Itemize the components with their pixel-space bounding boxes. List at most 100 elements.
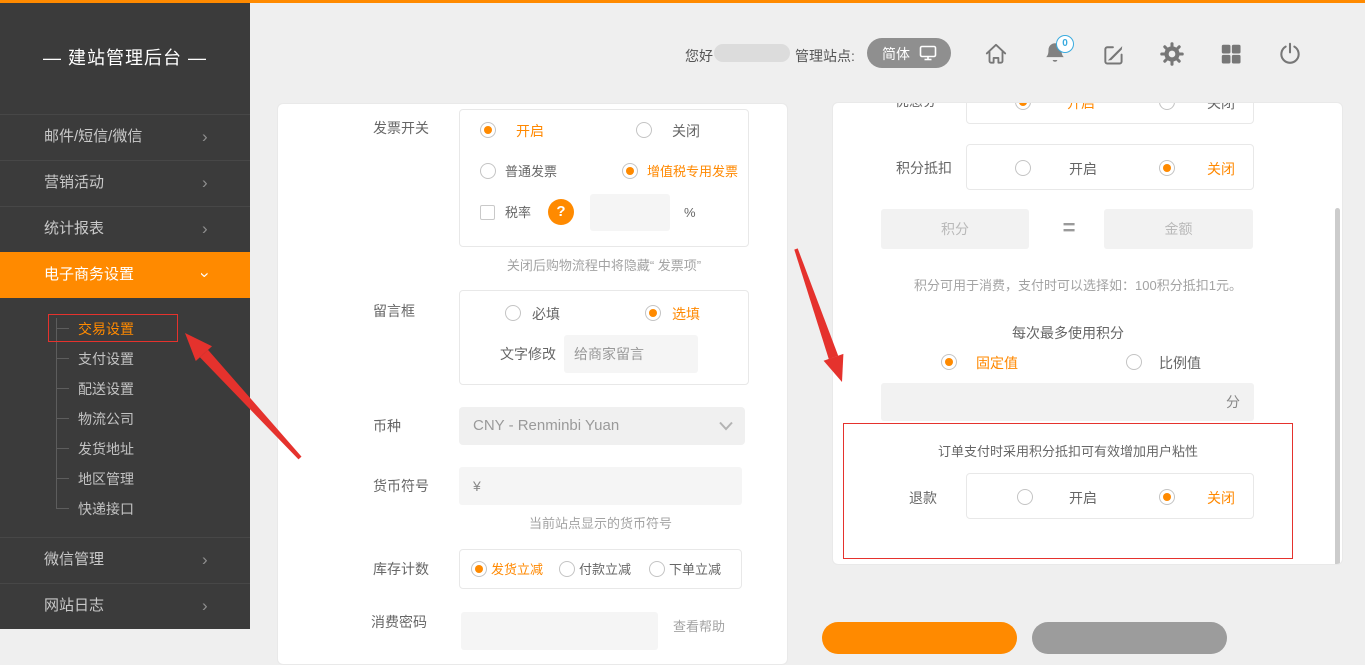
secondary-button[interactable] [1032, 622, 1227, 654]
coupon-off-label[interactable]: 关闭 [1207, 102, 1235, 111]
sidebar-item-marketing[interactable]: 营销活动 › [0, 160, 250, 206]
invoice-on-label[interactable]: 开启 [516, 123, 544, 139]
fixed-value-radio[interactable] [941, 354, 957, 370]
percent-suffix: % [684, 205, 696, 221]
invoice-note: 关闭后购物流程中将隐藏“ 发票项” [459, 255, 749, 274]
username-redacted [714, 44, 790, 62]
points-settings-right-panel: 优惠券 开启 关闭 积分抵扣 开启 关闭 积分 = 金额 积分可用于消费，支付时… [832, 102, 1343, 565]
stock-order-label[interactable]: 下单立减 [669, 562, 721, 578]
sidebar-item-ecommerce-settings[interactable]: 电子商务设置 › [0, 252, 250, 298]
app-title: — 建站管理后台 — [0, 44, 250, 70]
invoice-vat-label[interactable]: 增值税专用发票 [647, 164, 738, 180]
sidebar-item-label: 网站日志 [44, 584, 104, 628]
invoice-normal-label[interactable]: 普通发票 [505, 164, 557, 180]
refund-off-label[interactable]: 关闭 [1207, 490, 1235, 506]
message-required-label[interactable]: 必填 [532, 306, 560, 322]
refund-on-radio[interactable] [1017, 489, 1033, 505]
invoice-group: 开启 关闭 普通发票 增值税专用发票 税率 ? % [459, 109, 749, 247]
submenu-item-trade-settings[interactable]: 交易设置 [78, 320, 134, 338]
coupon-label: 优惠券 [895, 102, 937, 109]
stock-ship-label[interactable]: 发货立减 [491, 562, 543, 578]
message-required-radio[interactable] [505, 305, 521, 321]
message-optional-label[interactable]: 选填 [672, 306, 700, 322]
tax-rate-checkbox[interactable] [480, 205, 495, 220]
monitor-icon [919, 45, 937, 61]
deduct-on-label[interactable]: 开启 [1069, 161, 1097, 177]
deduct-off-radio[interactable] [1159, 160, 1175, 176]
message-optional-radio[interactable] [645, 305, 661, 321]
message-group: 必填 选填 文字修改 给商家留言 [459, 290, 749, 385]
points-deduct-label: 积分抵扣 [896, 160, 952, 176]
sidebar: — 建站管理后台 — 邮件/短信/微信 › 营销活动 › 统计报表 › 电子商务… [0, 0, 250, 629]
tree-tick [57, 478, 69, 479]
currency-symbol-input[interactable]: ¥ [459, 467, 742, 505]
stock-count-label: 库存计数 [373, 561, 429, 577]
amount-input[interactable]: 金额 [1104, 209, 1253, 249]
invoice-on-radio[interactable] [480, 122, 496, 138]
submenu-item-region-management[interactable]: 地区管理 [78, 470, 134, 488]
message-text-input[interactable]: 给商家留言 [564, 335, 698, 373]
sidebar-item-mail-sms-wechat[interactable]: 邮件/短信/微信 › [0, 114, 250, 160]
currency-value: CNY - Renminbi Yuan [473, 417, 619, 434]
stock-pay-radio[interactable] [559, 561, 575, 577]
stock-order-radio[interactable] [649, 561, 665, 577]
tree-tick [57, 328, 69, 329]
invoice-off-label[interactable]: 关闭 [672, 123, 700, 139]
max-points-input[interactable]: 分 [881, 383, 1254, 421]
stock-ship-radio[interactable] [471, 561, 487, 577]
submenu-item-delivery-settings[interactable]: 配送设置 [78, 380, 134, 398]
currency-select[interactable]: CNY - Renminbi Yuan [459, 407, 745, 445]
sidebar-item-wechat-management[interactable]: 微信管理 › [0, 537, 250, 583]
gear-icon[interactable] [1159, 41, 1185, 67]
greeting-text: 您好 [685, 46, 713, 66]
language-button[interactable]: 简体 [867, 38, 951, 68]
invoice-vat-radio[interactable] [622, 163, 638, 179]
currency-symbol-label: 货币符号 [373, 478, 429, 494]
submenu-item-express-interface[interactable]: 快递接口 [78, 500, 134, 518]
refund-on-label[interactable]: 开启 [1069, 490, 1097, 506]
ratio-value-radio[interactable] [1126, 354, 1142, 370]
apps-grid-icon[interactable] [1218, 41, 1244, 67]
sidebar-item-label: 微信管理 [44, 538, 104, 582]
home-icon[interactable] [983, 41, 1009, 67]
invoice-off-radio[interactable] [636, 122, 652, 138]
coupon-on-label[interactable]: 开启 [1067, 102, 1095, 111]
chevron-right-icon: › [202, 584, 208, 628]
points-input[interactable]: 积分 [881, 209, 1029, 249]
scrollbar-thumb[interactable] [1335, 208, 1340, 565]
tree-tick [57, 448, 69, 449]
submenu-item-payment-settings[interactable]: 支付设置 [78, 350, 134, 368]
chevron-right-icon: › [202, 207, 208, 251]
coupon-off-radio[interactable] [1159, 102, 1175, 110]
consume-password-input[interactable] [461, 612, 658, 650]
primary-button[interactable] [822, 622, 1017, 654]
power-icon[interactable] [1277, 41, 1303, 67]
invoice-switch-label: 发票开关 [373, 120, 429, 136]
deduct-on-radio[interactable] [1015, 160, 1031, 176]
view-help-link[interactable]: 查看帮助 [673, 616, 725, 635]
points-unit-suffix: 分 [1226, 394, 1240, 410]
coupon-on-radio[interactable] [1015, 102, 1031, 110]
sidebar-item-label: 营销活动 [44, 161, 104, 205]
chevron-right-icon: › [202, 538, 208, 582]
stock-pay-label[interactable]: 付款立减 [579, 562, 631, 578]
sidebar-item-statistics[interactable]: 统计报表 › [0, 206, 250, 252]
trade-settings-left-panel: 发票开关 开启 关闭 普通发票 增值税专用发票 税率 ? % 关闭后购物流程中将… [277, 103, 788, 665]
deduct-off-label[interactable]: 关闭 [1207, 161, 1235, 177]
help-question-icon[interactable]: ? [548, 199, 574, 225]
fixed-value-label[interactable]: 固定值 [976, 355, 1018, 371]
tree-tick [57, 418, 69, 419]
refund-off-radio[interactable] [1159, 489, 1175, 505]
invoice-normal-radio[interactable] [480, 163, 496, 179]
sidebar-item-site-log[interactable]: 网站日志 › [0, 583, 250, 629]
chevron-down-icon [719, 421, 733, 431]
submenu-item-logistics-company[interactable]: 物流公司 [78, 410, 134, 428]
tax-rate-input[interactable] [590, 194, 670, 231]
submenu-item-shipping-address[interactable]: 发货地址 [78, 440, 134, 458]
compose-icon[interactable] [1101, 41, 1127, 67]
points-usage-note: 积分可用于消费，支付时可以选择如：100积分抵扣1元。 [833, 275, 1323, 294]
tree-tick [57, 508, 69, 509]
ratio-value-label[interactable]: 比例值 [1159, 355, 1201, 371]
manage-site-label: 管理站点: [795, 46, 855, 66]
tax-rate-label[interactable]: 税率 [505, 205, 531, 221]
